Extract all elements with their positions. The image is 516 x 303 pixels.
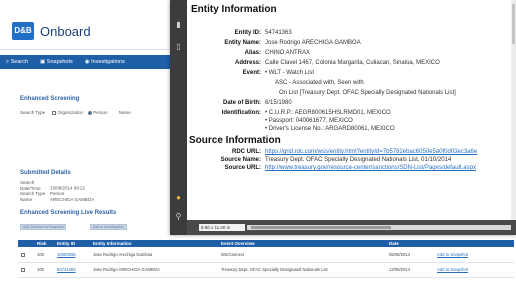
source-name-value: Treasury Dept. OFAC Specially Designated… bbox=[265, 157, 452, 163]
column-header[interactable]: Risk bbox=[34, 240, 54, 247]
entity-name-value: Jose Rodrigo ARECHIGA GAMBOA bbox=[265, 40, 361, 46]
vertical-scrollbar[interactable] bbox=[511, 0, 516, 220]
table-row: 100 54741363 Jose Rodrigo ARECHIGA GAMBO… bbox=[18, 262, 514, 278]
event-item: ASC - Associated with, Seen with bbox=[275, 80, 364, 86]
row-checkbox[interactable] bbox=[21, 252, 25, 257]
organization-radio[interactable] bbox=[52, 110, 57, 115]
app-name: Onboard bbox=[40, 24, 91, 39]
person-radio[interactable] bbox=[88, 110, 93, 115]
add-to-snapshot-link[interactable]: Add to Snapshot bbox=[434, 262, 514, 278]
page-size-indicator: 8.50 x 11.00 in bbox=[199, 224, 245, 231]
document-viewer: ▮ ▯ ● ⚲ Entity Information Entity ID: En… bbox=[170, 0, 516, 235]
detail-row: Search Date/Time 15/08/2014 09:22 bbox=[20, 180, 94, 191]
detail-key: Search Date/Time bbox=[20, 180, 41, 191]
submitted-details: Search Date/Time 15/08/2014 09:22 Search … bbox=[20, 180, 94, 202]
entity-id-link[interactable]: 54741363 bbox=[54, 262, 90, 278]
enhanced-screening-title: Enhanced Screening bbox=[20, 96, 80, 102]
table-row: 100 19453065 Jose Rodrigo Arechiga Gambo… bbox=[18, 247, 514, 263]
table-header-row: Risk Entity ID Entity Information Event … bbox=[18, 240, 514, 247]
identification-item: • Passport: 040061677, MEXICO bbox=[265, 118, 353, 124]
column-header bbox=[434, 240, 514, 247]
row-checkbox-cell bbox=[18, 247, 34, 263]
nav-snapshots-label: Snapshots bbox=[46, 59, 73, 65]
add-to-snapshot-link[interactable]: Add to Snapshot bbox=[434, 247, 514, 263]
column-header[interactable]: Entity Information bbox=[90, 240, 218, 247]
document-page: Entity Information Entity ID: Entity Nam… bbox=[187, 0, 516, 220]
entity-id-link[interactable]: 19453065 bbox=[54, 247, 90, 263]
nav-investigations-label: Investigations bbox=[91, 59, 125, 65]
bookmark-icon[interactable]: ▯ bbox=[174, 42, 183, 51]
nav-snapshots[interactable]: ▣ Snapshots bbox=[40, 59, 73, 65]
entity-info-cell: Jose Rodrigo Arechiga Gamboa bbox=[90, 247, 218, 263]
app-logo: D&B bbox=[12, 22, 34, 40]
identification-label: Identification: bbox=[221, 110, 261, 116]
page-icon[interactable]: ▮ bbox=[174, 20, 183, 29]
event-label: Event: bbox=[242, 70, 261, 76]
results-table: Risk Entity ID Entity Information Event … bbox=[18, 240, 514, 278]
vertical-scroll-thumb[interactable] bbox=[512, 4, 515, 44]
date-cell: 12/08/2014 bbox=[386, 262, 434, 278]
entity-id-value: 54741363 bbox=[265, 30, 292, 36]
name-label: Name bbox=[118, 110, 131, 115]
entity-name-label: Entity Name: bbox=[224, 40, 261, 46]
source-url-link[interactable]: http://www.treasury.gov/resource-center/… bbox=[265, 165, 476, 172]
detail-row: Name ARECHIGA GAMBOA bbox=[20, 197, 94, 203]
entity-info-cell: Jose Rodrigo ARECHIGA GAMBOA bbox=[90, 262, 218, 278]
entity-id-label: Entity ID: bbox=[234, 30, 261, 36]
search-type-row: Search Type Organization Person Name bbox=[20, 110, 131, 115]
alias-label: Alias: bbox=[244, 50, 261, 56]
main-nav: ⌕ Search ▣ Snapshots ◉ Investigations bbox=[0, 55, 170, 69]
column-header[interactable]: Event Overview bbox=[218, 240, 386, 247]
horizontal-scrollbar[interactable] bbox=[247, 225, 511, 230]
search-type-label: Search Type bbox=[20, 110, 46, 115]
identification-item: • C.U.R.P.: AEGR800615HSLRMD01, MEXICO bbox=[265, 110, 391, 116]
submitted-details-title: Submitted Details bbox=[20, 170, 71, 176]
detail-key: Name bbox=[20, 196, 33, 202]
dob-label: Date of Birth: bbox=[223, 100, 261, 106]
attachment-icon[interactable]: ⚲ bbox=[174, 212, 183, 221]
column-header[interactable]: Entity ID bbox=[54, 240, 90, 247]
address-label: Address: bbox=[234, 60, 261, 66]
identification-item: • Driver's License No.: ARGARD80061, MEX… bbox=[265, 126, 395, 132]
app-header: D&B Onboard bbox=[0, 0, 170, 50]
viewer-status-bar: 8.50 x 11.00 in bbox=[187, 220, 516, 235]
row-checkbox-cell bbox=[18, 262, 34, 278]
nav-investigations[interactable]: ◉ Investigations bbox=[85, 59, 125, 65]
alias-value: CHINO ANTRAX bbox=[265, 50, 311, 56]
nav-search[interactable]: ⌕ Search bbox=[6, 59, 28, 66]
organization-label: Organization bbox=[57, 110, 83, 115]
add-selected-to-snapshot-button[interactable]: Add Selected to Snapshot bbox=[20, 224, 67, 230]
detail-value: ARECHIGA GAMBOA bbox=[50, 196, 95, 202]
risk-cell: 100 bbox=[34, 247, 54, 263]
address-value: Calle Clavel 1467, Colonia Margarita, Cu… bbox=[265, 60, 440, 66]
nav-search-label: Search bbox=[10, 58, 29, 65]
detail-value: 15/08/2014 09:22 bbox=[50, 185, 86, 191]
rdc-url-label: RDC URL: bbox=[232, 149, 261, 155]
person-label: Person bbox=[93, 110, 108, 115]
source-name-label: Source Name: bbox=[220, 157, 261, 163]
detail-value: Person bbox=[50, 191, 65, 196]
risk-cell: 100 bbox=[34, 262, 54, 278]
add-to-investigation-button[interactable]: Add to Investigation bbox=[90, 224, 127, 230]
horizontal-scroll-thumb[interactable] bbox=[251, 226, 391, 229]
column-header[interactable]: Date bbox=[386, 240, 434, 247]
row-checkbox[interactable] bbox=[21, 267, 25, 272]
event-cell: WorConnect bbox=[218, 247, 386, 263]
source-url-label: Source URL: bbox=[224, 165, 261, 171]
comment-icon[interactable]: ● bbox=[174, 193, 183, 202]
entity-information-heading: Entity Information bbox=[191, 4, 277, 15]
select-column-header bbox=[18, 240, 34, 247]
viewer-toolbar: ▮ ▯ ● ⚲ bbox=[170, 0, 187, 235]
event-item: • WLT - Watch List bbox=[265, 70, 314, 76]
event-item: On List [Treasury Dept. OFAC Specially D… bbox=[279, 90, 456, 96]
date-cell: 05/08/2014 bbox=[386, 247, 434, 263]
rdc-url-link[interactable]: https://grid.rdc.com/wss/entity.html?ent… bbox=[265, 149, 477, 156]
event-cell: Treasury Dept. OFAC Specially Designated… bbox=[218, 262, 386, 278]
app-window: D&B Onboard ⌕ Search ▣ Snapshots ◉ Inves… bbox=[0, 0, 516, 303]
dob-value: 6/15/1980 bbox=[265, 100, 292, 106]
source-information-heading: Source Information bbox=[189, 135, 281, 146]
live-results-title: Enhanced Screening Live Results bbox=[20, 210, 117, 216]
